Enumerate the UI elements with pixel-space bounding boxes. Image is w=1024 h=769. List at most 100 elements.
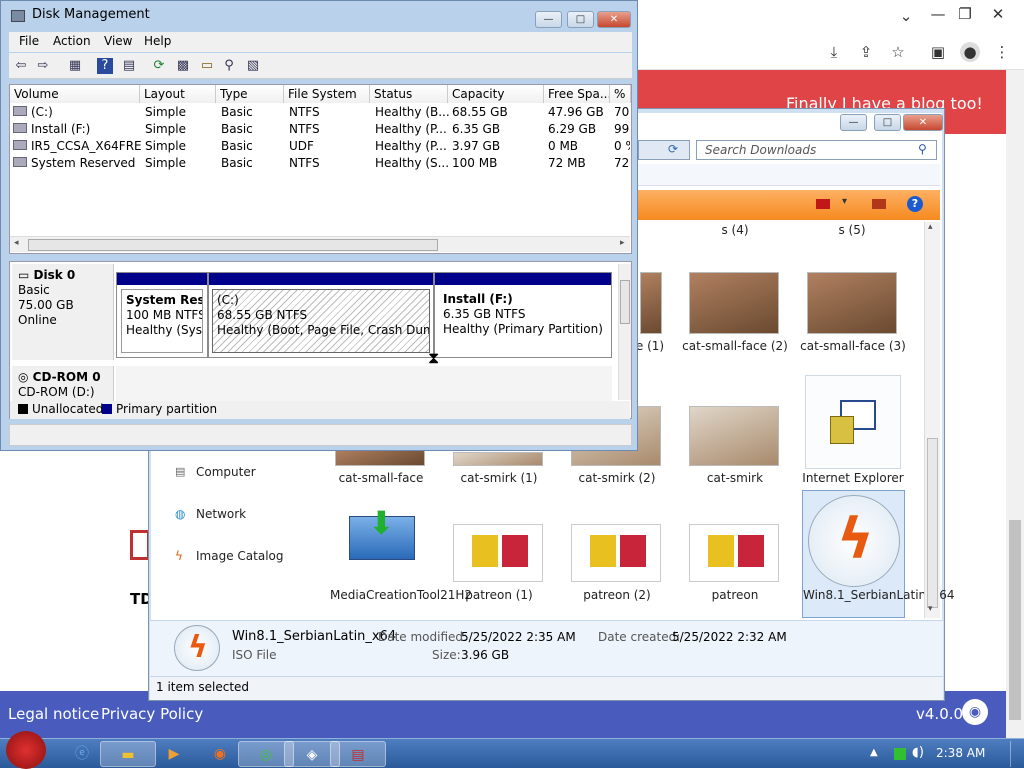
table-cell[interactable]: 6.35 GB	[452, 122, 500, 136]
table-cell[interactable]: IR5_CCSA_X64FRE...	[31, 139, 141, 153]
cat-thumbnail[interactable]	[640, 272, 662, 334]
forward-icon[interactable]: ⇨	[35, 58, 51, 74]
menu-file[interactable]: File	[19, 34, 39, 48]
table-cell[interactable]: Basic	[221, 122, 253, 136]
file-tile[interactable]: cat-smirk (1)	[443, 471, 555, 485]
table-cell[interactable]: 72	[614, 156, 629, 170]
file-tile[interactable]: cat-smirk (2)	[561, 471, 673, 485]
tray-expand-icon[interactable]: ▲	[870, 747, 878, 758]
internet-explorer-tile[interactable]	[805, 375, 901, 469]
file-tile[interactable]: Internet Explorer	[795, 471, 911, 485]
table-cell[interactable]: 70	[614, 105, 629, 119]
column-header[interactable]: Layout	[140, 85, 216, 103]
table-cell[interactable]: System Reserved	[31, 156, 135, 170]
scroll-up-icon[interactable]: ▴	[928, 222, 933, 232]
start-button-icon[interactable]	[6, 731, 46, 769]
table-cell[interactable]: 100 MB	[452, 156, 497, 170]
file-tile[interactable]: patreon (1)	[443, 588, 555, 602]
column-header[interactable]: File System	[284, 85, 370, 103]
file-tile[interactable]: MediaCreationTool21H2	[330, 588, 472, 603]
nav-computer[interactable]: Computer	[196, 465, 256, 479]
settings-icon[interactable]: ▧	[245, 58, 261, 74]
table-cell[interactable]: Install (F:)	[31, 122, 90, 136]
disk-map-scrollbar-thumb[interactable]	[620, 280, 630, 324]
table-cell[interactable]: (C:)	[31, 105, 53, 119]
minimize-button[interactable]: —	[535, 11, 562, 28]
address-bar-end[interactable]	[638, 140, 690, 160]
profile-icon[interactable]: ●	[960, 42, 980, 62]
refresh-icon[interactable]: ⟳	[151, 58, 167, 74]
scroll-left-icon[interactable]: ◂	[14, 238, 19, 248]
github-icon[interactable]: ◉	[962, 699, 988, 725]
partition-c[interactable]: (C:) 68.55 GB NTFS Healthy (Boot, Page F…	[208, 272, 434, 358]
download-icon[interactable]: ⤓	[824, 42, 844, 62]
help-icon[interactable]: ?	[97, 58, 113, 74]
table-cell[interactable]: 0 %	[614, 139, 630, 153]
table-cell[interactable]: NTFS	[289, 105, 320, 119]
table-cell[interactable]: 72 MB	[548, 156, 586, 170]
explorer-maximize-button[interactable]: □	[874, 114, 901, 131]
file-tile[interactable]: patreon (2)	[561, 588, 673, 602]
menu-icon[interactable]: ⋮	[992, 42, 1012, 62]
column-header[interactable]: Type	[216, 85, 284, 103]
column-header[interactable]: % F	[610, 85, 631, 103]
star-icon[interactable]: ☆	[888, 42, 908, 62]
table-cell[interactable]: Basic	[221, 156, 253, 170]
cat-thumbnail[interactable]	[807, 272, 897, 334]
table-cell[interactable]: 99	[614, 122, 629, 136]
table-cell[interactable]: Healthy (P...	[375, 139, 447, 153]
table-cell[interactable]: NTFS	[289, 156, 320, 170]
table-cell[interactable]: Simple	[145, 105, 186, 119]
file-tile[interactable]: cat-small-face	[325, 471, 437, 485]
table-cell[interactable]: 6.29 GB	[548, 122, 596, 136]
file-tile[interactable]: cat-small-face (3)	[798, 339, 908, 353]
show-desktop-button[interactable]	[1010, 741, 1022, 767]
table-cell[interactable]: Healthy (S...	[375, 156, 449, 170]
folder-icon[interactable]	[872, 199, 886, 209]
file-tile[interactable]: Win8.1_SerbianLatin_x64	[803, 588, 955, 603]
menu-view[interactable]: View	[104, 34, 132, 48]
selected-tile[interactable]: ϟ Win8.1_SerbianLatin_x64	[802, 490, 955, 618]
close-button[interactable]: ✕	[597, 11, 631, 28]
minimize-icon[interactable]: —	[928, 4, 948, 24]
column-header[interactable]: Free Spa...	[544, 85, 610, 103]
scroll-down-icon[interactable]: ▾	[928, 604, 933, 614]
disk-map-scrollbar[interactable]	[618, 264, 631, 400]
browser-scrollbar-thumb[interactable]	[1009, 520, 1021, 720]
nav-network[interactable]: Network	[196, 507, 246, 521]
restore-icon[interactable]: ❐	[955, 4, 975, 24]
explorer-scrollbar-thumb[interactable]	[927, 438, 938, 608]
table-cell[interactable]: UDF	[289, 139, 314, 153]
table-cell[interactable]: 47.96 GB	[548, 105, 604, 119]
scroll-right-icon[interactable]: ▸	[620, 238, 625, 248]
rescan-icon[interactable]: ▩	[175, 58, 191, 74]
maximize-button[interactable]: □	[567, 11, 594, 28]
file-tile[interactable]: s (5)	[817, 223, 887, 237]
mail-icon[interactable]	[816, 199, 830, 209]
back-icon[interactable]: ⇦	[13, 58, 29, 74]
chevron-down-icon[interactable]: ⌄	[896, 6, 916, 26]
horizontal-scrollbar[interactable]: ◂ ▸	[10, 236, 630, 252]
cdrom-info[interactable]: ◎ CD-ROM 0 CD-ROM (D:)	[12, 366, 114, 402]
network-tray-icon[interactable]	[894, 748, 906, 760]
horizontal-scrollbar-thumb[interactable]	[28, 239, 438, 251]
legal-notice-link[interactable]: Legal notice	[8, 705, 99, 723]
table-cell[interactable]: Basic	[221, 139, 253, 153]
help-icon[interactable]: ?	[907, 196, 923, 212]
table-cell[interactable]: Simple	[145, 156, 186, 170]
refresh-icon[interactable]: ⟳	[668, 142, 678, 156]
patreon-thumbnail[interactable]	[571, 524, 661, 582]
table-cell[interactable]: Healthy (P...	[375, 122, 447, 136]
disk-management-taskbar-icon[interactable]: ▤	[330, 741, 386, 767]
column-header[interactable]: Status	[370, 85, 448, 103]
disk0-info[interactable]: ▭ Disk 0 Basic 75.00 GB Online	[12, 264, 114, 360]
table-cell[interactable]: Healthy (B...	[375, 105, 450, 119]
table-cell[interactable]: 68.55 GB	[452, 105, 508, 119]
cat-thumbnail[interactable]	[689, 272, 779, 334]
search-icon[interactable]: ⚲	[918, 142, 927, 156]
patreon-thumbnail[interactable]	[453, 524, 543, 582]
menu-action[interactable]: Action	[53, 34, 91, 48]
patreon-thumbnail[interactable]	[689, 524, 779, 582]
explorer-scrollbar[interactable]: ▴ ▾	[924, 222, 940, 618]
file-tile[interactable]: patreon	[679, 588, 791, 602]
